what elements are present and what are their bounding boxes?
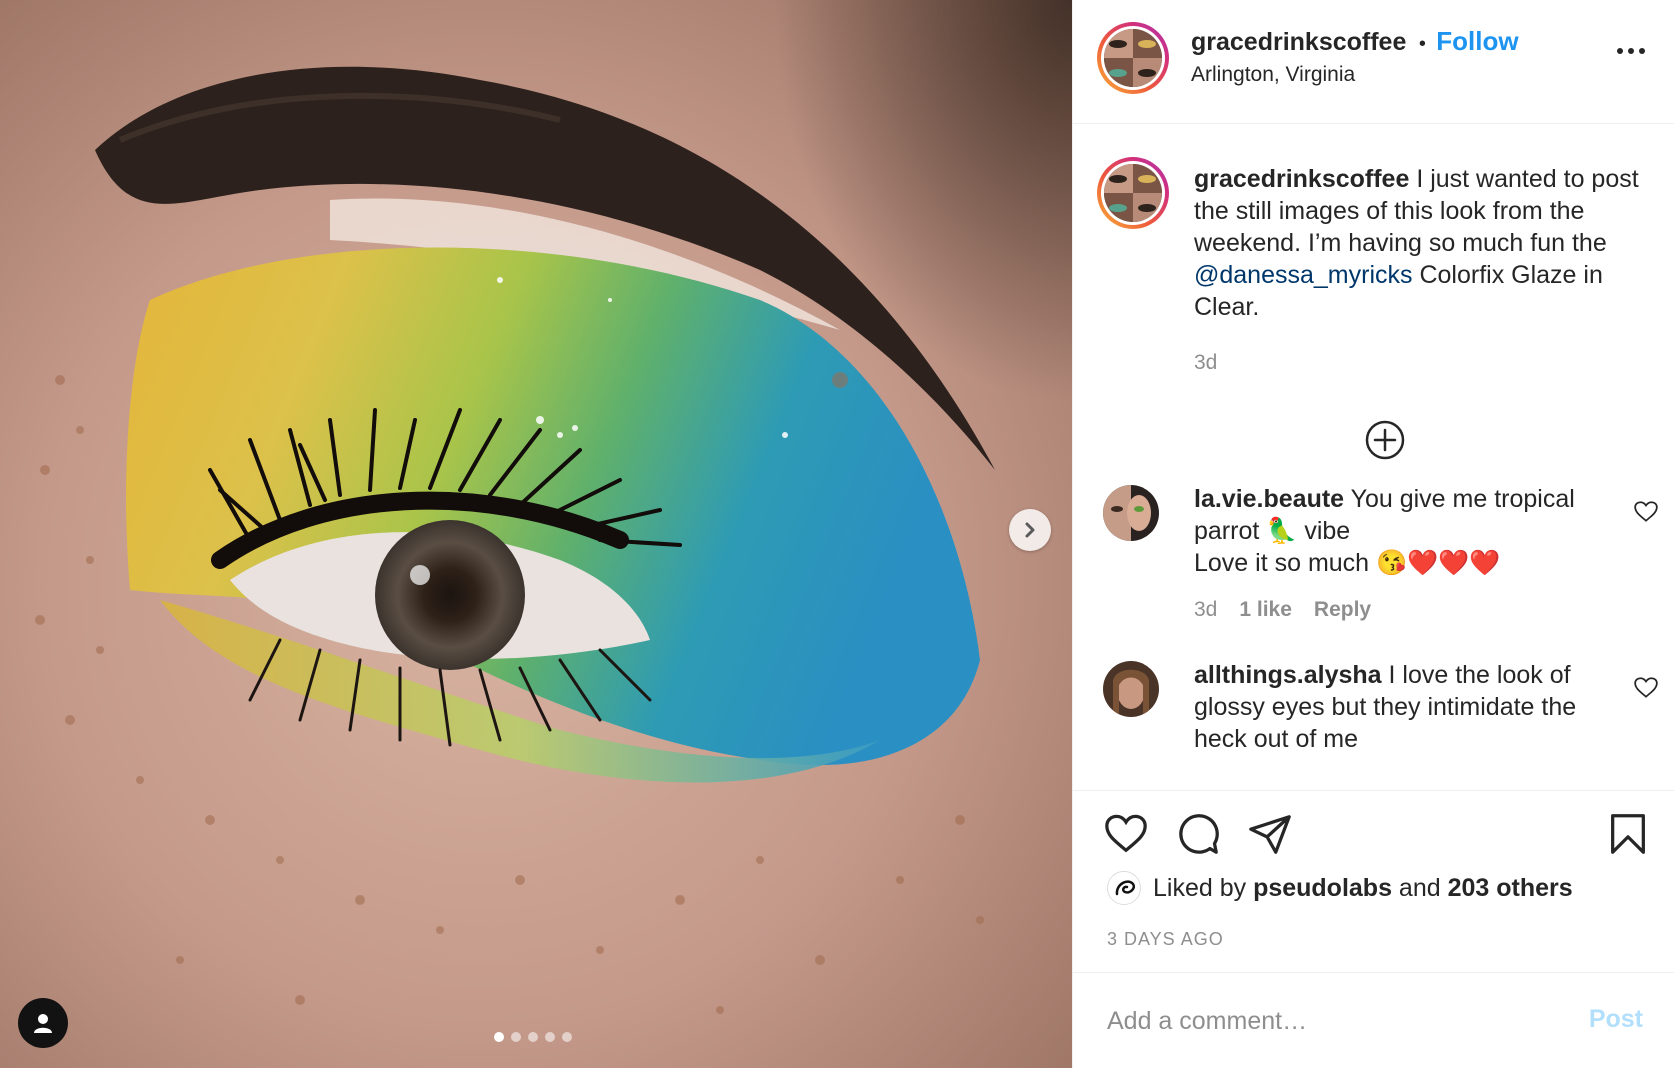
heart-icon[interactable] (1103, 811, 1149, 857)
commenter-username[interactable]: la.vie.beaute (1194, 485, 1344, 513)
load-more-comments-icon[interactable] (1364, 419, 1406, 461)
user-icon (34, 1014, 52, 1033)
mention-link[interactable]: @danessa_myricks (1194, 261, 1413, 289)
comment-likes[interactable]: 1 like (1239, 598, 1292, 622)
liked-by-summary: Liked by pseudolabs and 203 others (1107, 871, 1573, 905)
caption-time[interactable]: 3d (1194, 351, 1217, 375)
commenter-avatar[interactable] (1103, 485, 1159, 541)
author-avatar[interactable] (1097, 22, 1169, 94)
avatar-image (1103, 661, 1159, 717)
commenter-avatar[interactable] (1103, 661, 1159, 717)
liked-by-others[interactable]: 203 others (1448, 874, 1573, 903)
avatar-image (1108, 872, 1140, 904)
liked-by-user[interactable]: pseudolabs (1253, 874, 1392, 903)
carousel-dot (562, 1032, 572, 1042)
chevron-right-icon (1025, 522, 1035, 538)
carousel-indicator (494, 1032, 572, 1042)
caption-avatar[interactable] (1097, 157, 1169, 229)
post-details-panel: gracedrinkscoffee • Follow Arlington, Vi… (1072, 0, 1674, 1068)
next-image-button[interactable] (1009, 509, 1051, 551)
comment-like-icon[interactable] (1633, 499, 1659, 525)
comment-input[interactable] (1105, 1001, 1555, 1041)
comment-text: Love it so much 😘❤️❤️❤️ (1194, 549, 1501, 577)
comment-icon[interactable] (1175, 811, 1221, 857)
post-photo[interactable] (0, 0, 1072, 1068)
caption-text: gracedrinkscoffee I just wanted to post … (1194, 165, 1639, 321)
carousel-dot (511, 1032, 521, 1042)
carousel-dot (494, 1032, 504, 1042)
avatar-image (1104, 164, 1162, 222)
comment-meta: 3d 1 like Reply (1194, 598, 1371, 622)
author-username[interactable]: gracedrinkscoffee (1191, 28, 1406, 56)
avatar-image (1104, 29, 1162, 87)
caption-username[interactable]: gracedrinkscoffee (1194, 165, 1409, 193)
comments-section[interactable]: gracedrinkscoffee I just wanted to post … (1073, 125, 1674, 790)
comment-like-icon[interactable] (1633, 675, 1659, 701)
eye-makeup-image (0, 0, 1072, 1068)
separator-dot: • (1418, 33, 1426, 55)
add-comment-bar: Post (1073, 972, 1674, 1068)
liker-avatar[interactable] (1107, 871, 1141, 905)
commenter-username[interactable]: allthings.alysha (1194, 661, 1382, 689)
post-actions: Liked by pseudolabs and 203 others 3 DAY… (1073, 790, 1674, 972)
comment-time[interactable]: 3d (1194, 598, 1217, 622)
follow-button[interactable]: Follow (1436, 26, 1518, 56)
share-icon[interactable] (1247, 811, 1293, 857)
post-location[interactable]: Arlington, Virginia (1191, 63, 1519, 87)
carousel-dot (528, 1032, 538, 1042)
reply-button[interactable]: Reply (1314, 598, 1371, 622)
post-comment-button[interactable]: Post (1589, 1005, 1643, 1034)
bookmark-icon[interactable] (1605, 811, 1651, 857)
post-timestamp[interactable]: 3 DAYS AGO (1107, 929, 1224, 950)
tagged-users-button[interactable] (18, 998, 68, 1048)
carousel-dot (545, 1032, 555, 1042)
more-options-icon[interactable] (1617, 48, 1645, 54)
avatar-image (1103, 485, 1159, 541)
post-header: gracedrinkscoffee • Follow Arlington, Vi… (1073, 0, 1674, 124)
